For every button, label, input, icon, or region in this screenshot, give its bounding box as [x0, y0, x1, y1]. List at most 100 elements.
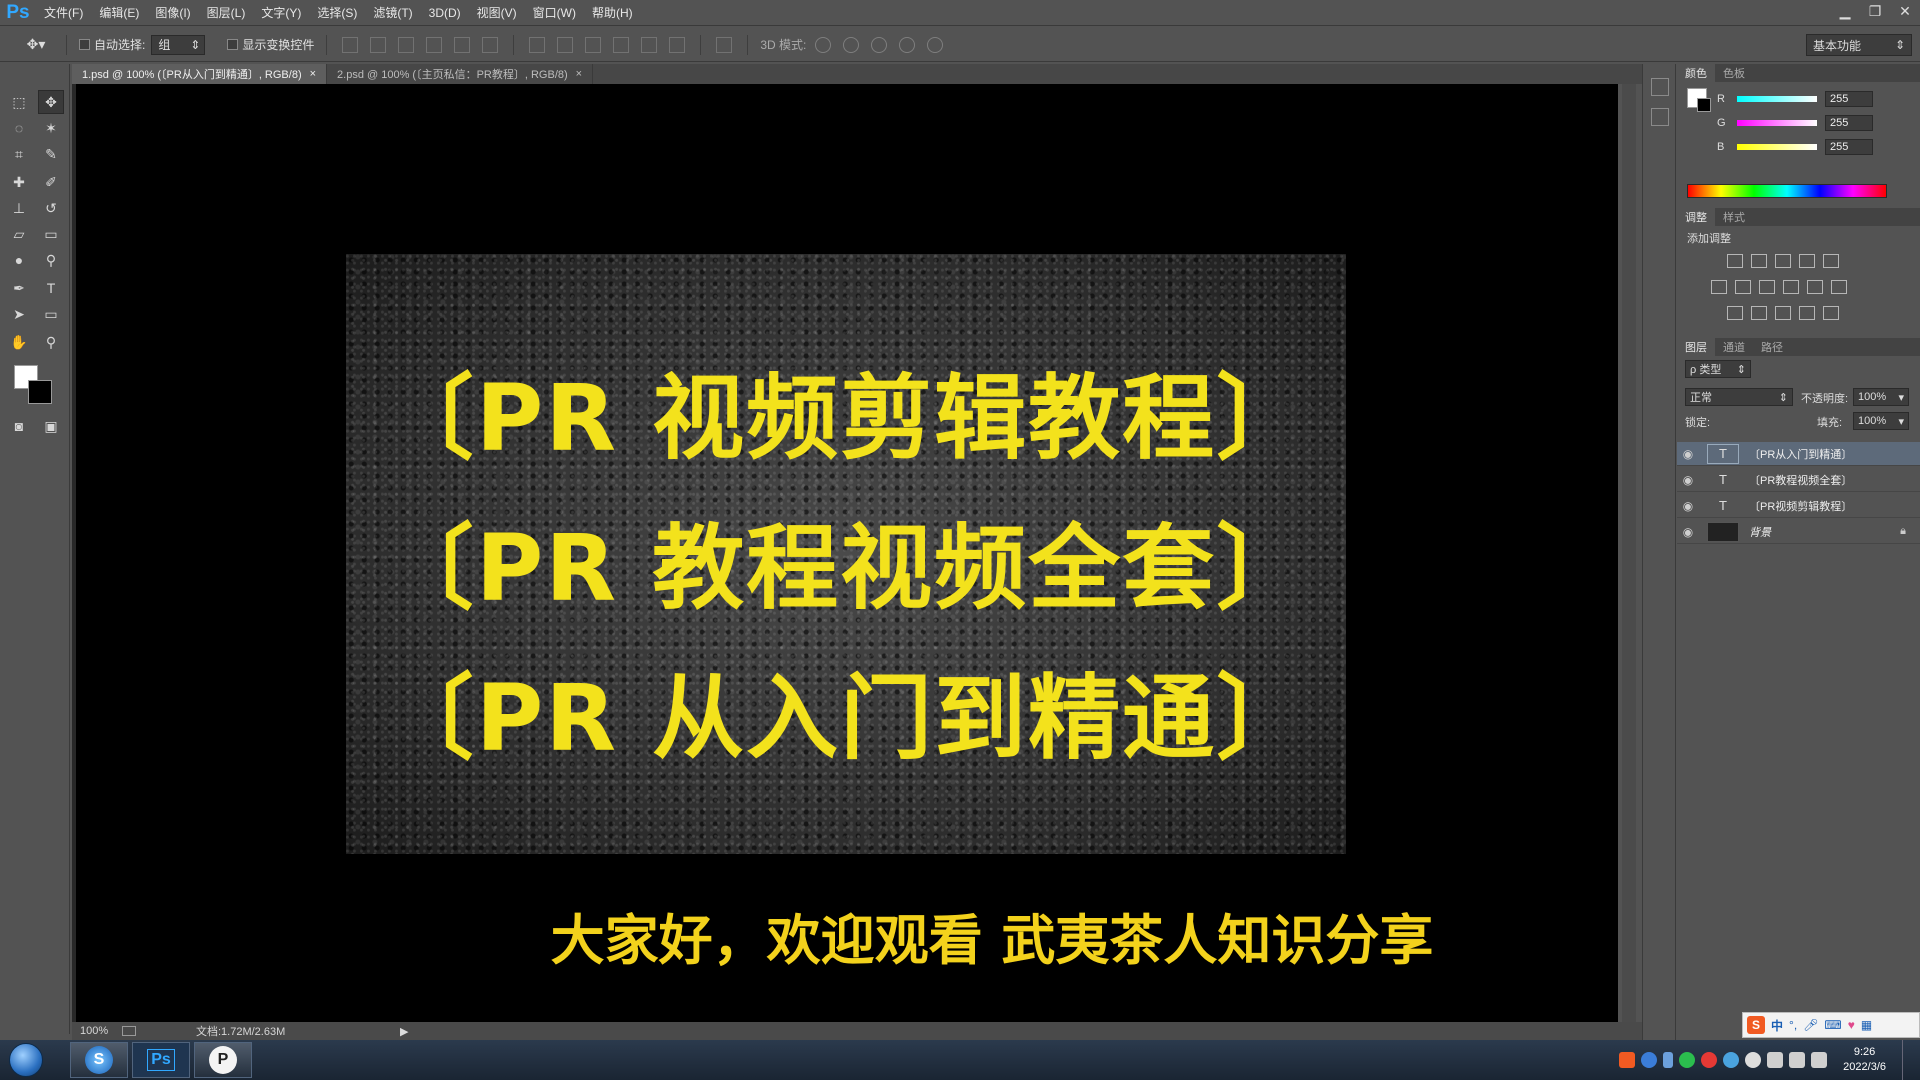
distribute-vcenter-icon[interactable]: [557, 36, 574, 53]
sogou-tray-icon[interactable]: [1619, 1052, 1636, 1068]
layer-name[interactable]: 背景: [1749, 524, 1771, 540]
taskbar-app-sogou[interactable]: S: [70, 1042, 128, 1078]
curves-icon[interactable]: [1775, 254, 1791, 268]
color-spectrum[interactable]: [1687, 184, 1887, 198]
restore-icon[interactable]: ❐: [1860, 0, 1890, 22]
pen-tool-icon[interactable]: ✒: [6, 276, 32, 300]
blend-mode-dropdown[interactable]: 正常 ⇕: [1685, 388, 1793, 406]
record-tray-icon[interactable]: [1701, 1052, 1718, 1068]
vibrance-icon[interactable]: [1823, 254, 1839, 268]
layer-filter-dropdown[interactable]: ρ 类型 ⇕: [1685, 360, 1751, 378]
eye-icon[interactable]: ◉: [1677, 499, 1699, 513]
brightness-icon[interactable]: [1727, 254, 1743, 268]
layer-row[interactable]: ◉ T 〔PR从入门到精通〕: [1677, 442, 1920, 466]
distribute-right-icon[interactable]: [669, 36, 686, 53]
screen-mode-icon[interactable]: ▣: [38, 414, 64, 438]
music-tray-icon[interactable]: [1745, 1052, 1762, 1068]
auto-select-checkbox[interactable]: 自动选择:: [79, 36, 145, 53]
marquee-tool-icon[interactable]: ⬚: [6, 90, 32, 114]
menu-view[interactable]: 视图(V): [469, 0, 525, 26]
toolbox-icon[interactable]: ▦: [1861, 1018, 1872, 1032]
tab-layers[interactable]: 图层: [1677, 338, 1715, 356]
hand-tool-icon[interactable]: ✋: [6, 330, 32, 354]
crop-tool-icon[interactable]: ⌗: [6, 142, 32, 166]
properties-panel-icon[interactable]: [1651, 108, 1669, 126]
align-hcenter-icon[interactable]: [454, 36, 471, 53]
tab-channels[interactable]: 通道: [1715, 338, 1753, 356]
color-panel-background[interactable]: [1697, 98, 1711, 112]
skin-icon[interactable]: ♥: [1848, 1018, 1855, 1032]
tab-paths[interactable]: 路径: [1753, 338, 1791, 356]
layer-row[interactable]: ◉ T 〔PR教程视频全套〕: [1677, 468, 1920, 492]
ime-punctuation[interactable]: °,: [1789, 1018, 1797, 1032]
system-clock[interactable]: 9:26 2022/3/6: [1833, 1045, 1896, 1075]
menu-window[interactable]: 窗口(W): [525, 0, 584, 26]
menu-image[interactable]: 图像(I): [147, 0, 198, 26]
close-icon[interactable]: ✕: [1890, 0, 1920, 22]
dodge-tool-icon[interactable]: ⚲: [38, 248, 64, 272]
document-canvas[interactable]: 〔PR 视频剪辑教程〕 〔PR 教程视频全套〕 〔PR 从入门到精通〕 大家好，…: [76, 84, 1618, 1022]
distribute-left-icon[interactable]: [613, 36, 630, 53]
green-track[interactable]: [1737, 120, 1817, 126]
gradient-tool-icon[interactable]: ▭: [38, 222, 64, 246]
levels-icon[interactable]: [1751, 254, 1767, 268]
photo-filter-icon[interactable]: [1783, 280, 1799, 294]
fill-field[interactable]: 100% ▾: [1853, 412, 1909, 430]
brush-tool-icon[interactable]: ✐: [38, 170, 64, 194]
align-left-icon[interactable]: [426, 36, 443, 53]
menu-help[interactable]: 帮助(H): [584, 0, 641, 26]
color-balance-icon[interactable]: [1735, 280, 1751, 294]
lasso-tool-icon[interactable]: ◌: [6, 116, 32, 140]
green-value[interactable]: 255: [1825, 115, 1873, 131]
3d-slide-icon[interactable]: [899, 36, 916, 53]
layer-name[interactable]: 〔PR从入门到精通〕: [1749, 446, 1852, 462]
black-white-icon[interactable]: [1759, 280, 1775, 294]
flag-tray-icon[interactable]: [1767, 1052, 1784, 1068]
blue-value[interactable]: 255: [1825, 139, 1873, 155]
eyedropper-icon[interactable]: ✎: [38, 142, 64, 166]
tab-adjustments[interactable]: 调整: [1677, 208, 1715, 226]
green-slider[interactable]: G 255: [1717, 114, 1873, 132]
taskbar-app-pdf[interactable]: P: [194, 1042, 252, 1078]
align-bottom-icon[interactable]: [398, 36, 415, 53]
move-tool-icon[interactable]: ✥: [38, 90, 64, 114]
background-color-swatch[interactable]: [28, 380, 52, 404]
close-icon[interactable]: ×: [310, 68, 316, 80]
menu-file[interactable]: 文件(F): [36, 0, 91, 26]
gradient-map-icon[interactable]: [1823, 306, 1839, 320]
distribute-bottom-icon[interactable]: [585, 36, 602, 53]
selective-color-icon[interactable]: [1799, 306, 1815, 320]
distribute-hcenter-icon[interactable]: [641, 36, 658, 53]
zoom-tool-icon[interactable]: ⚲: [38, 330, 64, 354]
threshold-icon[interactable]: [1775, 306, 1791, 320]
layer-name[interactable]: 〔PR视频剪辑教程〕: [1749, 498, 1852, 514]
auto-align-icon[interactable]: [716, 36, 733, 53]
red-track[interactable]: [1737, 96, 1817, 102]
posterize-icon[interactable]: [1751, 306, 1767, 320]
exposure-icon[interactable]: [1799, 254, 1815, 268]
menu-type[interactable]: 文字(Y): [253, 0, 309, 26]
zoom-level[interactable]: 100%: [72, 1025, 122, 1037]
tab-color[interactable]: 颜色: [1677, 64, 1715, 82]
eraser-tool-icon[interactable]: ▱: [6, 222, 32, 246]
quick-mask-icon[interactable]: ◙: [6, 414, 32, 438]
sogou-icon[interactable]: S: [1747, 1016, 1765, 1034]
3d-roll-icon[interactable]: [843, 36, 860, 53]
minimize-icon[interactable]: ▁: [1830, 0, 1860, 22]
healing-brush-icon[interactable]: ✚: [6, 170, 32, 194]
opacity-field[interactable]: 100% ▾: [1853, 388, 1909, 406]
tab-swatches[interactable]: 色板: [1715, 64, 1753, 82]
red-value[interactable]: 255: [1825, 91, 1873, 107]
align-top-icon[interactable]: [342, 36, 359, 53]
layer-row[interactable]: ◉ 背景 🔒︎: [1677, 520, 1920, 544]
eye-icon[interactable]: ◉: [1677, 447, 1699, 461]
close-icon[interactable]: ×: [576, 68, 582, 80]
tab-1psd[interactable]: 1.psd @ 100% (〔PR从入门到精通〕, RGB/8) ×: [72, 64, 328, 84]
align-vcenter-icon[interactable]: [370, 36, 387, 53]
red-slider[interactable]: R 255: [1717, 90, 1873, 108]
eye-icon[interactable]: ◉: [1677, 473, 1699, 487]
network-signal-icon[interactable]: [1789, 1052, 1806, 1068]
status-icon[interactable]: [122, 1026, 136, 1036]
help-tray-icon[interactable]: [1641, 1052, 1658, 1068]
tab-2psd[interactable]: 2.psd @ 100% (〔主页私信：PR教程〕, RGB/8) ×: [327, 64, 594, 84]
